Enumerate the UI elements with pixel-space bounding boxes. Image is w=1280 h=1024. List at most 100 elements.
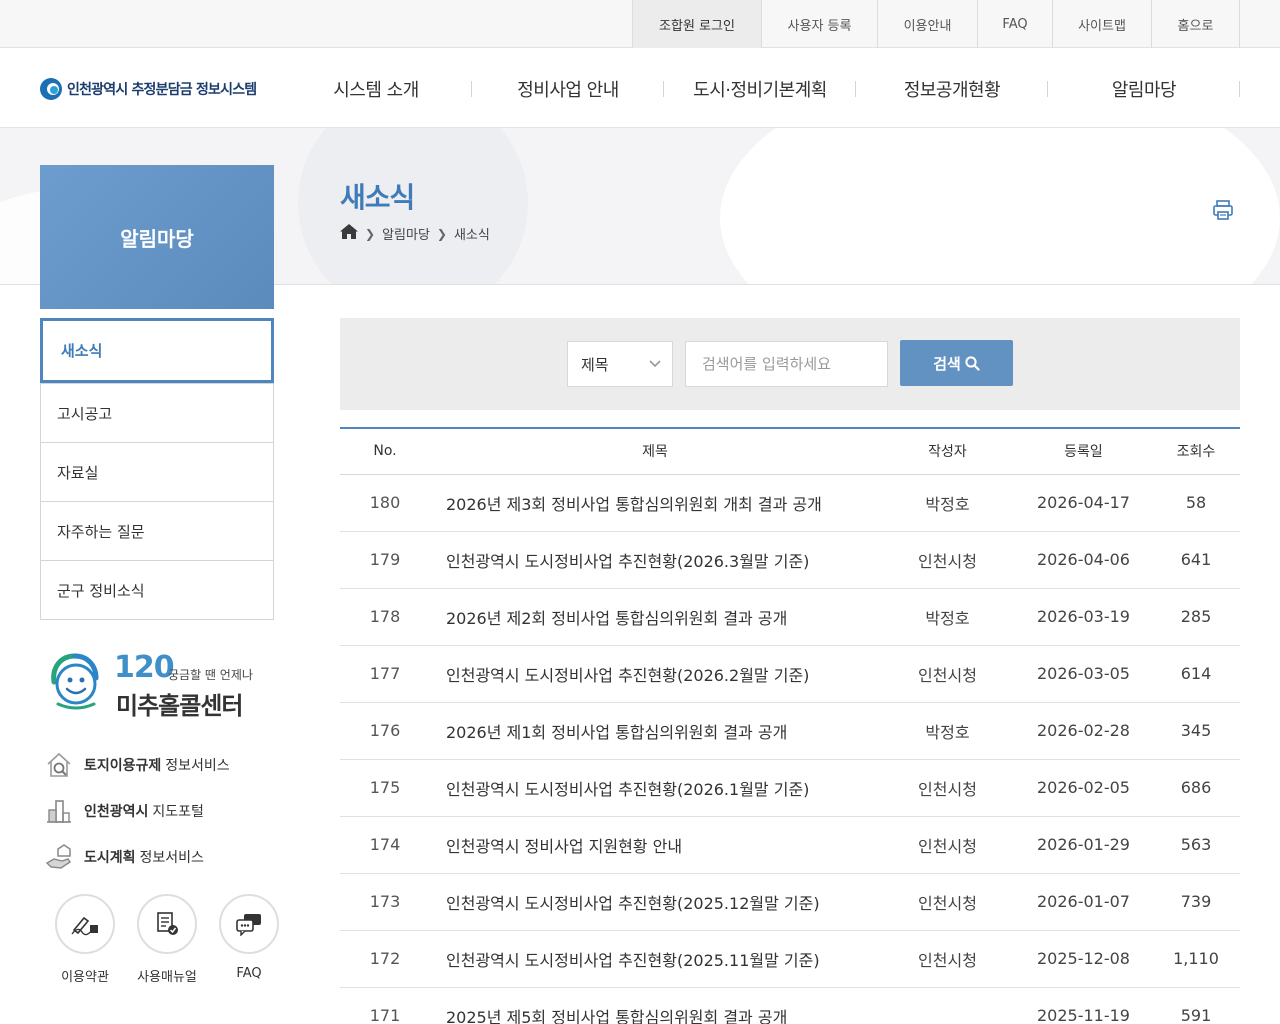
faq-link[interactable]: FAQ xyxy=(978,0,1053,48)
chevron-right-icon: ❯ xyxy=(365,226,376,241)
table-row[interactable]: 180 2026년 제3회 정비사업 통합심의위원회 개최 결과 공개 박정호 202… xyxy=(340,474,1240,532)
row-date: 2025-12-08 xyxy=(1015,930,1152,988)
nav-project-guide[interactable]: 정비사업 안내 xyxy=(472,49,664,128)
section-title: 알림마당 xyxy=(40,165,274,309)
table-row[interactable]: 177 인천광역시 도시정비사업 추진현황(2026.2월말 기준) 인천시청 202… xyxy=(340,645,1240,703)
page-title: 새소식 xyxy=(340,181,415,214)
service-link-label: 토지이용규제 xyxy=(84,758,162,774)
table-row[interactable]: 179 인천광역시 도시정비사업 추진현황(2026.3월말 기준) 인천시청 202… xyxy=(340,531,1240,589)
row-number: 180 xyxy=(340,474,430,532)
chat-bubble-icon xyxy=(219,894,279,954)
row-views: 563 xyxy=(1152,816,1240,874)
call-center-tagline: 궁금할 땐 언제나 xyxy=(168,668,253,682)
service-links: 토지이용규제 정보서비스 인천광역시 지도포털 도시계획 정보서비스 xyxy=(44,742,230,880)
row-author: 인천시청 xyxy=(880,873,1015,931)
row-date: 2026-04-06 xyxy=(1015,531,1152,589)
row-title-link[interactable]: 2026년 제2회 정비사업 통합심의위원회 결과 공개 xyxy=(430,588,880,646)
row-title-link[interactable]: 2026년 제1회 정비사업 통합심의위원회 결과 공개 xyxy=(430,702,880,760)
row-title-link[interactable]: 인천광역시 도시정비사업 추진현황(2025.12월말 기준) xyxy=(430,873,880,931)
breadcrumb: ❯ 알림마당 ❯ 새소식 xyxy=(340,224,490,243)
row-title-link[interactable]: 2026년 제3회 정비사업 통합심의위원회 개최 결과 공개 xyxy=(430,474,880,532)
sitemap-link[interactable]: 사이트맵 xyxy=(1053,0,1152,48)
search-field-select[interactable]: 제목 xyxy=(567,341,673,387)
logo-mark-icon xyxy=(40,78,62,100)
quick-label: FAQ xyxy=(236,966,262,981)
row-title-link[interactable]: 인천광역시 도시정비사업 추진현황(2026.1월말 기준) xyxy=(430,759,880,817)
nav-disclosure[interactable]: 정보공개현황 xyxy=(856,49,1048,128)
row-title-link[interactable]: 인천광역시 도시정비사업 추진현황(2025.11월말 기준) xyxy=(430,930,880,988)
row-title-link[interactable]: 인천광역시 도시정비사업 추진현황(2026.2월말 기준) xyxy=(430,645,880,703)
row-title-link[interactable]: 인천광역시 정비사업 지원현황 안내 xyxy=(430,816,880,874)
side-menu-item-district-news[interactable]: 군구 정비소식 xyxy=(41,560,273,619)
row-views: 591 xyxy=(1152,987,1240,1024)
land-use-service-link[interactable]: 토지이용규제 정보서비스 xyxy=(44,742,230,788)
service-link-label: 인천광역시 xyxy=(84,804,149,820)
home-icon[interactable] xyxy=(340,224,358,243)
row-views: 641 xyxy=(1152,531,1240,589)
quick-menu: 이용약관 사용매뉴얼 FAQ xyxy=(44,894,290,985)
news-table: No. 제목 작성자 등록일 조회수 180 2026년 제3회 정비사업 통합심… xyxy=(340,427,1240,1024)
search-icon xyxy=(965,355,980,371)
breadcrumb-item[interactable]: 알림마당 xyxy=(382,224,430,243)
row-title-link[interactable]: 2025년 제5회 정비사업 통합심의위원회 결과 공개 xyxy=(430,987,880,1024)
row-title-link[interactable]: 인천광역시 도시정비사업 추진현황(2026.3월말 기준) xyxy=(430,531,880,589)
side-menu-item-news[interactable]: 새소식 xyxy=(40,318,274,383)
side-menu-item-notice[interactable]: 고시공고 xyxy=(41,383,273,442)
map-portal-link[interactable]: 인천광역시 지도포털 xyxy=(44,788,230,834)
row-date: 2025-11-19 xyxy=(1015,987,1152,1024)
print-icon[interactable] xyxy=(1212,199,1234,221)
table-row[interactable]: 176 2026년 제1회 정비사업 통합심의위원회 결과 공개 박정호 2026-0… xyxy=(340,702,1240,760)
site-logo[interactable]: 인천광역시 추정분담금 정보시스템 xyxy=(40,77,257,101)
table-row[interactable]: 173 인천광역시 도시정비사업 추진현황(2025.12월말 기준) 인천시청 20… xyxy=(340,873,1240,931)
nav-system-intro[interactable]: 시스템 소개 xyxy=(280,49,472,128)
row-number: 175 xyxy=(340,759,430,817)
nav-notice[interactable]: 알림마당 xyxy=(1048,49,1240,128)
building-icon xyxy=(44,796,74,826)
table-row[interactable]: 178 2026년 제2회 정비사업 통합심의위원회 결과 공개 박정호 2026-0… xyxy=(340,588,1240,646)
table-row[interactable]: 175 인천광역시 도시정비사업 추진현황(2026.1월말 기준) 인천시청 202… xyxy=(340,759,1240,817)
faq-quick-button[interactable]: FAQ xyxy=(208,894,290,985)
member-login-link[interactable]: 조합원 로그인 xyxy=(633,0,762,48)
side-menu-item-faq[interactable]: 자주하는 질문 xyxy=(41,501,273,560)
service-link-label: 도시계획 xyxy=(84,850,136,866)
row-date: 2026-01-07 xyxy=(1015,873,1152,931)
search-button[interactable]: 검색 xyxy=(900,340,1013,386)
row-number: 171 xyxy=(340,987,430,1024)
search-button-label: 검색 xyxy=(933,354,961,373)
chevron-right-icon: ❯ xyxy=(436,226,447,241)
row-views: 739 xyxy=(1152,873,1240,931)
breadcrumb-current: 새소식 xyxy=(453,228,490,243)
row-date: 2026-04-17 xyxy=(1015,474,1152,532)
row-number: 173 xyxy=(340,873,430,931)
quick-label: 사용매뉴얼 xyxy=(137,970,197,985)
service-link-label: 정보서비스 xyxy=(165,758,230,774)
row-number: 179 xyxy=(340,531,430,589)
row-date: 2026-02-28 xyxy=(1015,702,1152,760)
row-author: 인천시청 xyxy=(880,816,1015,874)
nav-basic-plan[interactable]: 도시·정비기본계획 xyxy=(664,49,856,128)
row-author xyxy=(880,987,1015,1024)
urban-planning-service-link[interactable]: 도시계획 정보서비스 xyxy=(44,834,230,880)
table-row[interactable]: 171 2025년 제5회 정비사업 통합심의위원회 결과 공개 2025-11-1… xyxy=(340,987,1240,1024)
search-input[interactable] xyxy=(685,341,888,387)
home-link[interactable]: 홈으로 xyxy=(1152,0,1240,48)
row-views: 345 xyxy=(1152,702,1240,760)
terms-button[interactable]: 이용약관 xyxy=(44,894,126,985)
logo-text: 인천광역시 추정분담금 정보시스템 xyxy=(67,82,257,98)
manual-button[interactable]: 사용매뉴얼 xyxy=(126,894,208,985)
user-register-link[interactable]: 사용자 등록 xyxy=(762,0,878,48)
quick-label: 이용약관 xyxy=(61,970,109,985)
row-views: 285 xyxy=(1152,588,1240,646)
table-body: 180 2026년 제3회 정비사업 통합심의위원회 개최 결과 공개 박정호 202… xyxy=(340,474,1240,1024)
side-menu-item-archive[interactable]: 자료실 xyxy=(41,442,273,501)
call-center-banner[interactable]: 120 궁금할 땐 언제나 미추홀콜센터 xyxy=(48,650,268,720)
table-row[interactable]: 172 인천광역시 도시정비사업 추진현황(2025.11월말 기준) 인천시청 20… xyxy=(340,930,1240,988)
row-number: 177 xyxy=(340,645,430,703)
house-search-icon xyxy=(44,750,74,780)
col-header-title: 제목 xyxy=(430,428,880,475)
service-link-label: 정보서비스 xyxy=(139,850,204,866)
row-date: 2026-02-05 xyxy=(1015,759,1152,817)
call-center-number: 120 xyxy=(114,650,175,685)
usage-guide-link[interactable]: 이용안내 xyxy=(878,0,978,48)
table-row[interactable]: 174 인천광역시 정비사업 지원현황 안내 인천시청 2026-01-29 563 xyxy=(340,816,1240,874)
